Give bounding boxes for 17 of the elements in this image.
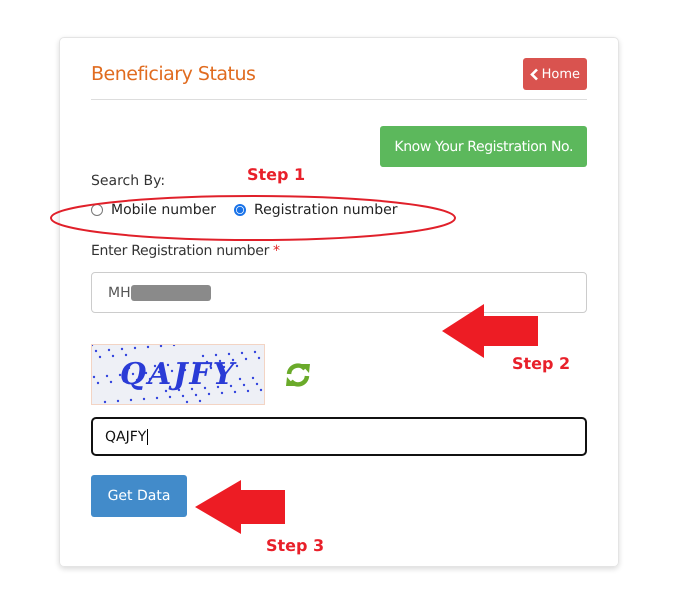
home-button[interactable]: Home (522, 58, 587, 90)
get-data-button[interactable]: Get Data (91, 475, 187, 517)
radio-option[interactable]: Mobile number (91, 202, 216, 218)
registration-input[interactable]: MH (91, 272, 587, 313)
arrow-icon (442, 304, 538, 358)
captcha-input[interactable]: QAJFY (91, 417, 587, 456)
chevron-left-icon (530, 68, 539, 80)
step-label: Step 3 (266, 536, 324, 555)
field-label: Enter Registration number (91, 243, 270, 259)
search-by-label: Search By: (91, 173, 166, 189)
step-label: Step 1 (247, 165, 306, 184)
page-title: Beneficiary Status (91, 63, 256, 85)
arrow-icon (195, 480, 285, 534)
radio-option[interactable]: Registration number (234, 202, 398, 218)
required-mark: * (273, 243, 280, 259)
captcha-image: QAJFY (91, 344, 265, 405)
step-label: Step 2 (512, 354, 570, 373)
